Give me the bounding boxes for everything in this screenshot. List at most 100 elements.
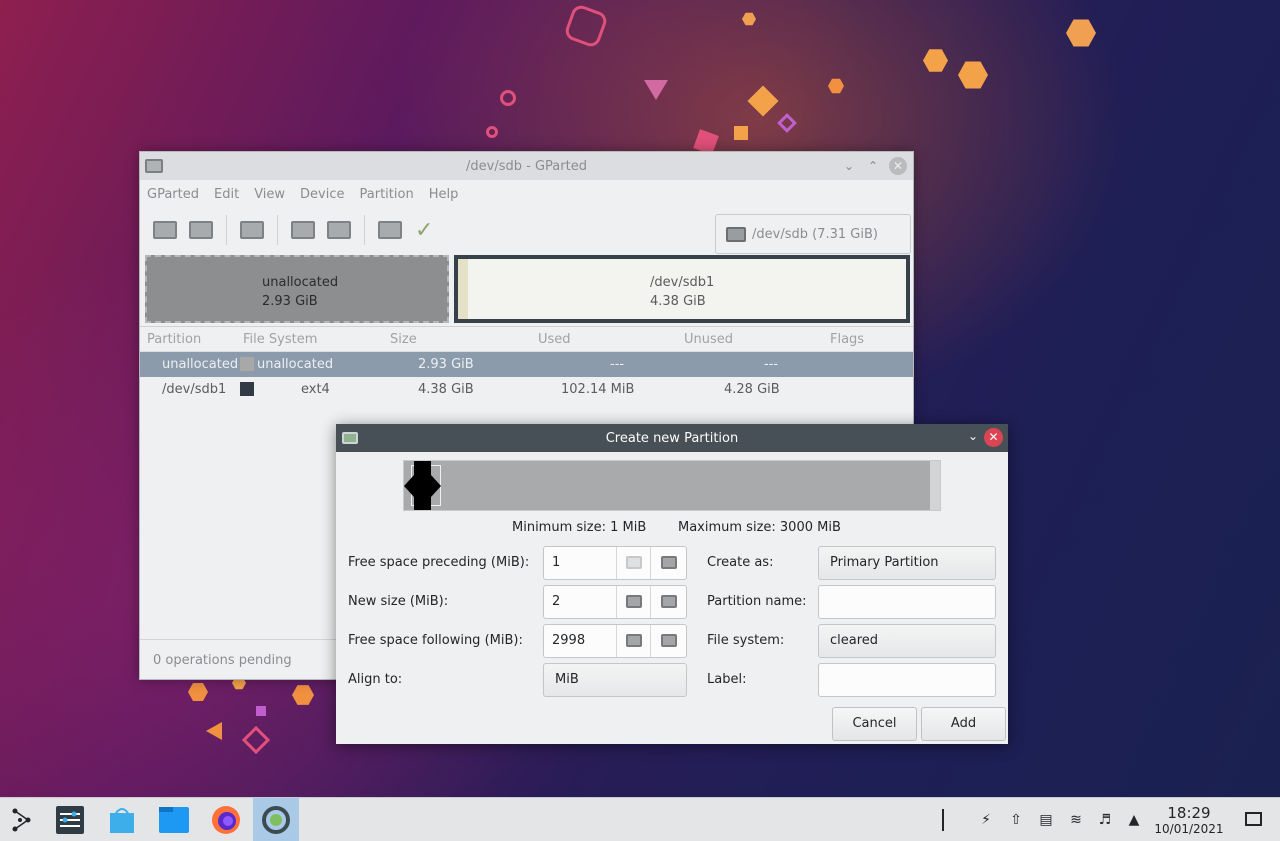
visual-unallocated-size: 2.93 GiB [262, 294, 318, 309]
clock-time: 18:29 [1167, 804, 1211, 822]
partition-size-slider[interactable] [403, 460, 941, 511]
create-as-label: Create as: [707, 555, 774, 570]
wallpaper-shape [486, 126, 498, 138]
free-preceding-value: 1 [552, 555, 561, 570]
application-launcher[interactable] [0, 798, 46, 841]
new-size-spin[interactable]: 2 [543, 585, 687, 619]
paste-icon[interactable] [327, 221, 351, 239]
decrement-icon[interactable] [626, 556, 642, 569]
file-system-label: File system: [707, 633, 785, 648]
minimize-icon[interactable]: ⌄ [841, 158, 857, 174]
resize-right-icon[interactable] [431, 475, 441, 497]
menu-edit[interactable]: Edit [214, 187, 239, 202]
wallpaper-shape [1066, 19, 1096, 47]
col-flags[interactable]: Flags [830, 332, 864, 347]
new-partition-icon[interactable] [153, 221, 177, 239]
cell-partition: /dev/sdb1 [162, 382, 227, 397]
col-unused[interactable]: Unused [684, 332, 733, 347]
min-size-label: Minimum size: 1 MiB [512, 520, 647, 535]
wallpaper-shape [292, 685, 314, 705]
wallpaper-shape [777, 113, 797, 133]
visual-sdb1-used [458, 259, 468, 319]
fs-color-swatch [240, 382, 254, 396]
visual-unallocated[interactable]: unallocated 2.93 GiB [145, 255, 449, 323]
firefox-icon[interactable] [203, 798, 249, 841]
partition-name-field[interactable] [818, 585, 996, 619]
partition-name-label: Partition name: [707, 594, 807, 609]
decrement-icon[interactable] [626, 595, 642, 608]
volume-icon[interactable]: ♬ [1097, 813, 1113, 827]
increment-icon[interactable] [661, 556, 677, 569]
menu-partition[interactable]: Partition [360, 187, 414, 202]
wallpaper-shape [747, 85, 779, 117]
show-desktop-icon[interactable] [1245, 812, 1262, 826]
gparted-titlebar[interactable]: /dev/sdb - GParted ⌄ ⌃ ✕ [140, 152, 913, 180]
file-system-value: cleared [830, 633, 879, 648]
file-system-combo[interactable]: cleared [818, 624, 996, 658]
tray-expand-icon[interactable]: ▲ [1126, 813, 1142, 827]
menu-device[interactable]: Device [300, 187, 344, 202]
gparted-task-icon[interactable] [253, 798, 299, 841]
clock[interactable]: 18:29 10/01/2021 [1150, 804, 1228, 836]
fs-color-swatch [240, 357, 254, 371]
visual-unallocated-label: unallocated [262, 275, 339, 290]
label-label: Label: [707, 672, 747, 687]
max-size-label: Maximum size: 3000 MiB [678, 520, 841, 535]
partition-visual: unallocated 2.93 GiB /dev/sdb1 4.38 GiB [140, 252, 913, 326]
wallpaper-shape [828, 78, 844, 94]
cell-filesystem: unallocated [257, 357, 334, 372]
table-row[interactable]: /dev/sdb1 ext4 4.38 GiB 102.14 MiB 4.28 … [140, 377, 913, 402]
close-icon[interactable]: ✕ [984, 428, 1003, 447]
col-filesystem[interactable]: File System [243, 332, 317, 347]
cell-size: 2.93 GiB [418, 357, 474, 372]
undo-icon[interactable] [378, 221, 402, 239]
visual-sdb1-size: 4.38 GiB [650, 294, 706, 309]
apply-check-icon[interactable]: ✓ [415, 218, 433, 243]
copy-icon[interactable] [291, 221, 315, 239]
add-button[interactable]: Add [921, 707, 1006, 741]
cancel-button[interactable]: Cancel [832, 707, 917, 741]
col-partition[interactable]: Partition [147, 332, 201, 347]
wallpaper-shape [188, 683, 208, 701]
notifications-icon[interactable]: ⚡ [978, 813, 994, 827]
free-following-label: Free space following (MiB): [348, 633, 523, 648]
device-selector[interactable]: /dev/sdb (7.31 GiB) [715, 214, 911, 254]
system-settings-icon[interactable] [47, 798, 93, 841]
cell-filesystem: ext4 [301, 382, 330, 397]
close-icon[interactable]: ✕ [889, 157, 907, 175]
slider-handle[interactable] [414, 461, 431, 510]
resize-move-icon[interactable] [240, 221, 264, 239]
col-used[interactable]: Used [538, 332, 571, 347]
dialog-titlebar[interactable]: Create new Partition ⌄ ✕ [336, 424, 1008, 452]
updates-icon[interactable]: ⇧ [1008, 813, 1024, 827]
menu-gparted[interactable]: GParted [147, 187, 199, 202]
visual-sdb1[interactable]: /dev/sdb1 4.38 GiB [454, 255, 910, 323]
cell-unused: 4.28 GiB [724, 382, 780, 397]
new-size-value: 2 [552, 594, 561, 609]
create-as-combo[interactable]: Primary Partition [818, 546, 996, 580]
clipboard-icon[interactable]: ▤ [1038, 813, 1054, 827]
decrement-icon[interactable] [626, 634, 642, 647]
align-to-combo[interactable]: MiB [543, 663, 687, 697]
maximize-icon[interactable]: ⌃ [865, 158, 881, 174]
menu-view[interactable]: View [254, 187, 285, 202]
free-preceding-spin[interactable]: 1 [543, 546, 687, 580]
visual-sdb1-label: /dev/sdb1 [650, 275, 715, 290]
free-following-value: 2998 [552, 633, 586, 648]
label-field[interactable] [818, 663, 996, 697]
col-size[interactable]: Size [390, 332, 417, 347]
wallpaper-shape [734, 126, 748, 140]
chevron-down-icon[interactable]: ⌄ [968, 429, 978, 443]
delete-partition-icon[interactable] [189, 221, 213, 239]
free-following-spin[interactable]: 2998 [543, 624, 687, 658]
discover-icon[interactable] [99, 798, 145, 841]
increment-icon[interactable] [661, 634, 677, 647]
wifi-icon[interactable]: ≋ [1068, 813, 1084, 827]
increment-icon[interactable] [661, 595, 677, 608]
menu-help[interactable]: Help [429, 187, 459, 202]
cell-unused: --- [764, 357, 779, 372]
resize-left-icon[interactable] [404, 475, 414, 497]
wallpaper-shape [562, 2, 610, 50]
table-row[interactable]: unallocated unallocated 2.93 GiB --- --- [140, 352, 913, 377]
file-manager-icon[interactable] [151, 798, 197, 841]
